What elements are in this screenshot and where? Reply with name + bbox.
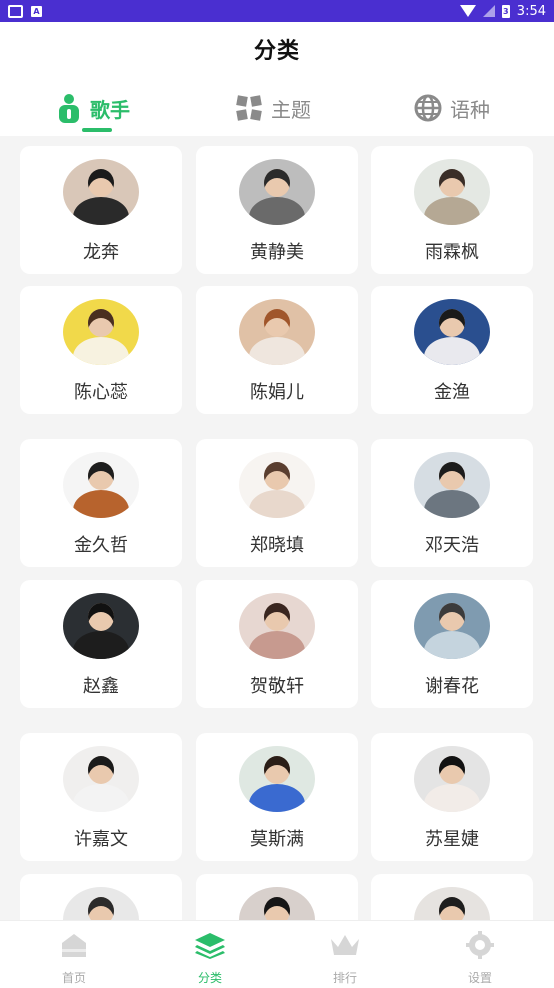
nav-home[interactable]: 首页	[34, 931, 114, 985]
nav-home-label: 首页	[61, 971, 86, 985]
singer-icon	[56, 93, 82, 123]
home-icon	[58, 931, 90, 963]
singer-name: 谢春花	[425, 676, 479, 697]
singer-name: 贺敬轩	[250, 676, 304, 697]
singer-avatar	[63, 159, 139, 225]
mail-notification-icon	[8, 4, 23, 18]
nav-category[interactable]: 分类	[170, 931, 250, 985]
tab-language[interactable]: 语种	[414, 88, 490, 128]
singer-avatar	[63, 746, 139, 812]
singer-card[interactable]: 雨霖枫	[371, 146, 533, 274]
tab-language-label: 语种	[450, 97, 490, 122]
theme-icon	[235, 94, 263, 122]
singer-name: 黄静美	[250, 242, 304, 263]
singer-card[interactable]: 金久哲	[20, 439, 182, 567]
singer-card[interactable]: 苏星婕	[371, 733, 533, 861]
tab-theme-label: 主题	[271, 97, 311, 122]
singer-card[interactable]: 黄静美	[196, 146, 358, 274]
singer-avatar	[414, 299, 490, 365]
singer-card[interactable]: 陈心蕊	[20, 286, 182, 414]
wifi-icon	[459, 5, 476, 17]
singer-name: 龙奔	[83, 242, 119, 263]
singer-avatar	[414, 452, 490, 518]
header: 分类	[0, 22, 554, 76]
layers-icon	[193, 931, 227, 963]
singer-name: 许嘉文	[74, 829, 128, 850]
singer-avatar	[239, 746, 315, 812]
crown-icon	[328, 931, 362, 963]
signal-icon	[482, 5, 495, 17]
singer-card[interactable]: 赵鑫	[20, 580, 182, 708]
singer-name: 金渔	[434, 382, 470, 403]
nav-ranking[interactable]: 排行	[305, 931, 385, 985]
singer-card[interactable]: 莫斯满	[196, 733, 358, 861]
singer-grid: 龙奔 黄静美 雨霖枫陈心蕊 陈娟儿 金渔金久哲 郑晓填 邓天浩赵鑫 贺敬轩 谢春花许嘉文 莫斯满 苏…	[0, 136, 554, 920]
singer-name: 金久哲	[74, 535, 128, 556]
status-right: 3 3:54	[459, 3, 546, 19]
battery-icon: 3	[501, 4, 510, 18]
active-tab-indicator	[82, 128, 112, 132]
singer-card[interactable]: 贺敬轩	[196, 580, 358, 708]
bottom-nav: 首页 分类 排行 设置	[0, 920, 554, 988]
singer-avatar	[63, 299, 139, 365]
singer-avatar	[414, 887, 490, 920]
singer-avatar	[63, 887, 139, 920]
singer-card[interactable]: 许嘉文	[20, 733, 182, 861]
status-bar: A 3 3:54	[0, 0, 554, 22]
nav-ranking-label: 排行	[332, 971, 357, 985]
app-notification-icon: A	[31, 5, 42, 17]
page-title: 分类	[253, 39, 300, 64]
nav-settings[interactable]: 设置	[440, 931, 520, 985]
singer-card[interactable]: 郑晓填	[196, 439, 358, 567]
tab-theme[interactable]: 主题	[235, 88, 311, 128]
singer-avatar	[239, 887, 315, 920]
singer-avatar	[239, 593, 315, 659]
category-tabs: 歌手 主题 语种	[0, 80, 554, 136]
nav-settings-label: 设置	[467, 971, 492, 985]
singer-avatar	[239, 159, 315, 225]
singer-card[interactable]: 邓天浩	[371, 439, 533, 567]
singer-card[interactable]: 龙奔	[20, 146, 182, 274]
singer-name: 苏星婕	[425, 829, 479, 850]
status-left: A	[8, 4, 42, 18]
singer-card[interactable]	[371, 874, 533, 920]
singer-avatar	[414, 746, 490, 812]
tab-singer-label: 歌手	[90, 97, 130, 122]
singer-card[interactable]: 陈娟儿	[196, 286, 358, 414]
singer-avatar	[239, 299, 315, 365]
singer-avatar	[63, 452, 139, 518]
singer-card[interactable]	[196, 874, 358, 920]
singer-name: 陈娟儿	[250, 382, 304, 403]
tab-singer[interactable]: 歌手	[56, 88, 130, 128]
singer-name: 雨霖枫	[425, 242, 479, 263]
singer-name: 赵鑫	[83, 676, 119, 697]
singer-card[interactable]	[20, 874, 182, 920]
singer-name: 陈心蕊	[74, 382, 128, 403]
nav-category-label: 分类	[197, 971, 222, 985]
singer-name: 莫斯满	[250, 829, 304, 850]
singer-card[interactable]: 金渔	[371, 286, 533, 414]
singer-name: 郑晓填	[250, 535, 304, 556]
singer-card[interactable]: 谢春花	[371, 580, 533, 708]
singer-avatar	[63, 593, 139, 659]
singer-avatar	[414, 159, 490, 225]
status-time: 3:54	[516, 3, 546, 19]
singer-name: 邓天浩	[425, 535, 479, 556]
gear-icon	[465, 931, 495, 963]
globe-icon	[414, 94, 442, 122]
singer-avatar	[414, 593, 490, 659]
singer-avatar	[239, 452, 315, 518]
